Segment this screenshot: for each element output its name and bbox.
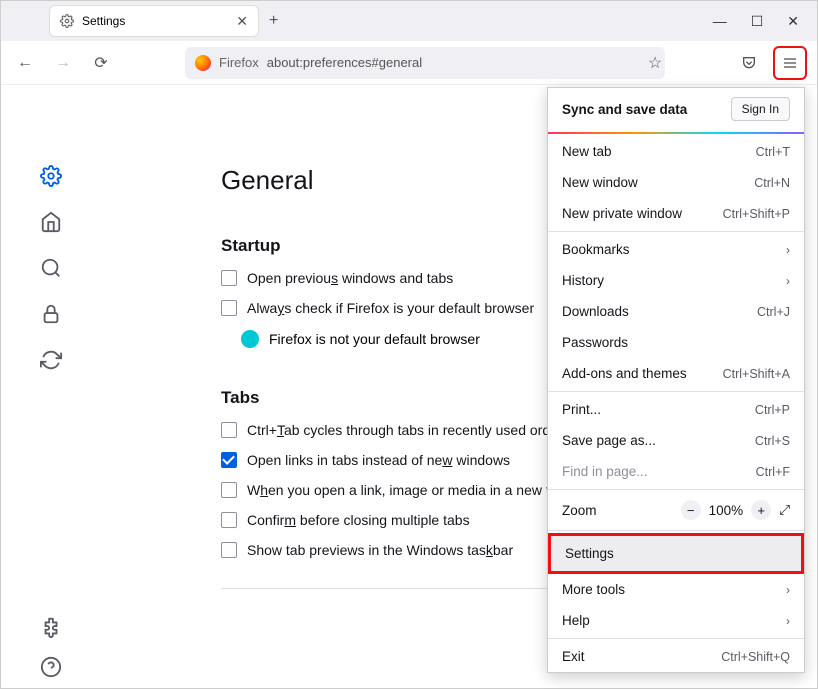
menu-separator [548,391,804,392]
taskbar-checkbox[interactable] [221,542,237,558]
menu-passwords[interactable]: Passwords [548,327,804,358]
hamburger-highlight [773,46,807,80]
not-default-label: Firefox is not your default browser [269,331,480,347]
menu-history[interactable]: History› [548,265,804,296]
gear-icon [60,14,74,28]
sidebar-privacy-icon[interactable] [40,303,62,325]
sidebar-home-icon[interactable] [40,211,62,233]
zoom-out-button[interactable]: − [681,500,701,520]
menu-print[interactable]: Print...Ctrl+P [548,394,804,425]
taskbar-label: Show tab previews in the Windows taskbar [247,542,513,558]
close-window-button[interactable]: ✕ [787,13,799,30]
back-button[interactable]: ← [11,49,39,77]
zoom-value: 100% [709,503,744,518]
menu-help[interactable]: Help› [548,605,804,636]
app-menu-button[interactable] [776,49,804,77]
sign-in-button[interactable]: Sign In [731,97,790,121]
menu-downloads[interactable]: DownloadsCtrl+J [548,296,804,327]
firefox-icon [195,55,211,71]
close-tab-icon[interactable]: ✕ [236,13,248,30]
confirm-label: Confirm before closing multiple tabs [247,512,470,528]
zoom-in-button[interactable]: + [751,500,771,520]
always-check-checkbox[interactable] [221,300,237,316]
url-scheme: Firefox [219,55,259,70]
maximize-button[interactable]: ☐ [751,13,764,30]
menu-addons[interactable]: Add-ons and themesCtrl+Shift+A [548,358,804,389]
app-menu: Sync and save data Sign In New tabCtrl+T… [547,87,805,673]
sad-face-icon [241,330,259,348]
ctrltab-checkbox[interactable] [221,422,237,438]
ctrltab-label: Ctrl+Tab cycles through tabs in recently… [247,422,563,438]
menu-bookmarks[interactable]: Bookmarks› [548,234,804,265]
browser-tab[interactable]: Settings ✕ [49,5,259,37]
menu-new-window[interactable]: New windowCtrl+N [548,167,804,198]
sidebar-general-icon[interactable] [40,165,62,187]
new-tab-button[interactable]: + [269,12,278,30]
forward-button[interactable]: → [49,49,77,77]
menu-sync-label: Sync and save data [562,102,687,117]
menu-gradient-separator [548,132,804,134]
openlinks-checkbox[interactable] [221,452,237,468]
toolbar: ← → ⟳ Firefox about:preferences#general … [1,41,817,85]
open-previous-label: Open previous windows and tabs [247,270,453,286]
tab-title: Settings [82,14,228,28]
bookmark-star-icon[interactable]: ☆ [641,49,669,77]
settings-sidebar [1,85,101,688]
menu-exit[interactable]: ExitCtrl+Shift+Q [548,641,804,672]
menu-save-page[interactable]: Save page as...Ctrl+S [548,425,804,456]
sidebar-bottom [1,616,101,678]
url-bar[interactable]: Firefox about:preferences#general [185,47,665,79]
pocket-icon[interactable] [735,49,763,77]
menu-find-in-page: Find in page...Ctrl+F [548,456,804,487]
switchto-checkbox[interactable] [221,482,237,498]
titlebar: Settings ✕ + — ☐ ✕ [1,1,817,41]
window-controls: — ☐ ✕ [713,13,809,30]
menu-separator [548,231,804,232]
always-check-label: Always check if Firefox is your default … [247,300,534,316]
menu-separator [548,530,804,531]
reload-button[interactable]: ⟳ [87,49,115,77]
menu-separator [548,638,804,639]
sidebar-search-icon[interactable] [40,257,62,279]
confirm-checkbox[interactable] [221,512,237,528]
menu-more-tools[interactable]: More tools› [548,574,804,605]
menu-sync-row: Sync and save data Sign In [548,88,804,130]
menu-zoom-row: Zoom − 100% + ⤢ [548,492,804,528]
sidebar-help-icon[interactable] [40,656,62,678]
open-previous-checkbox[interactable] [221,270,237,286]
sidebar-sync-icon[interactable] [40,349,62,371]
zoom-label: Zoom [562,503,673,518]
menu-separator [548,489,804,490]
menu-new-private[interactable]: New private windowCtrl+Shift+P [548,198,804,229]
menu-new-tab[interactable]: New tabCtrl+T [548,136,804,167]
fullscreen-button[interactable]: ⤢ [779,502,790,518]
sidebar-extensions-icon[interactable] [40,616,62,638]
minimize-button[interactable]: — [713,13,727,30]
menu-settings[interactable]: Settings [548,533,804,574]
url-path: about:preferences#general [267,55,422,70]
openlinks-label: Open links in tabs instead of new window… [247,452,510,468]
